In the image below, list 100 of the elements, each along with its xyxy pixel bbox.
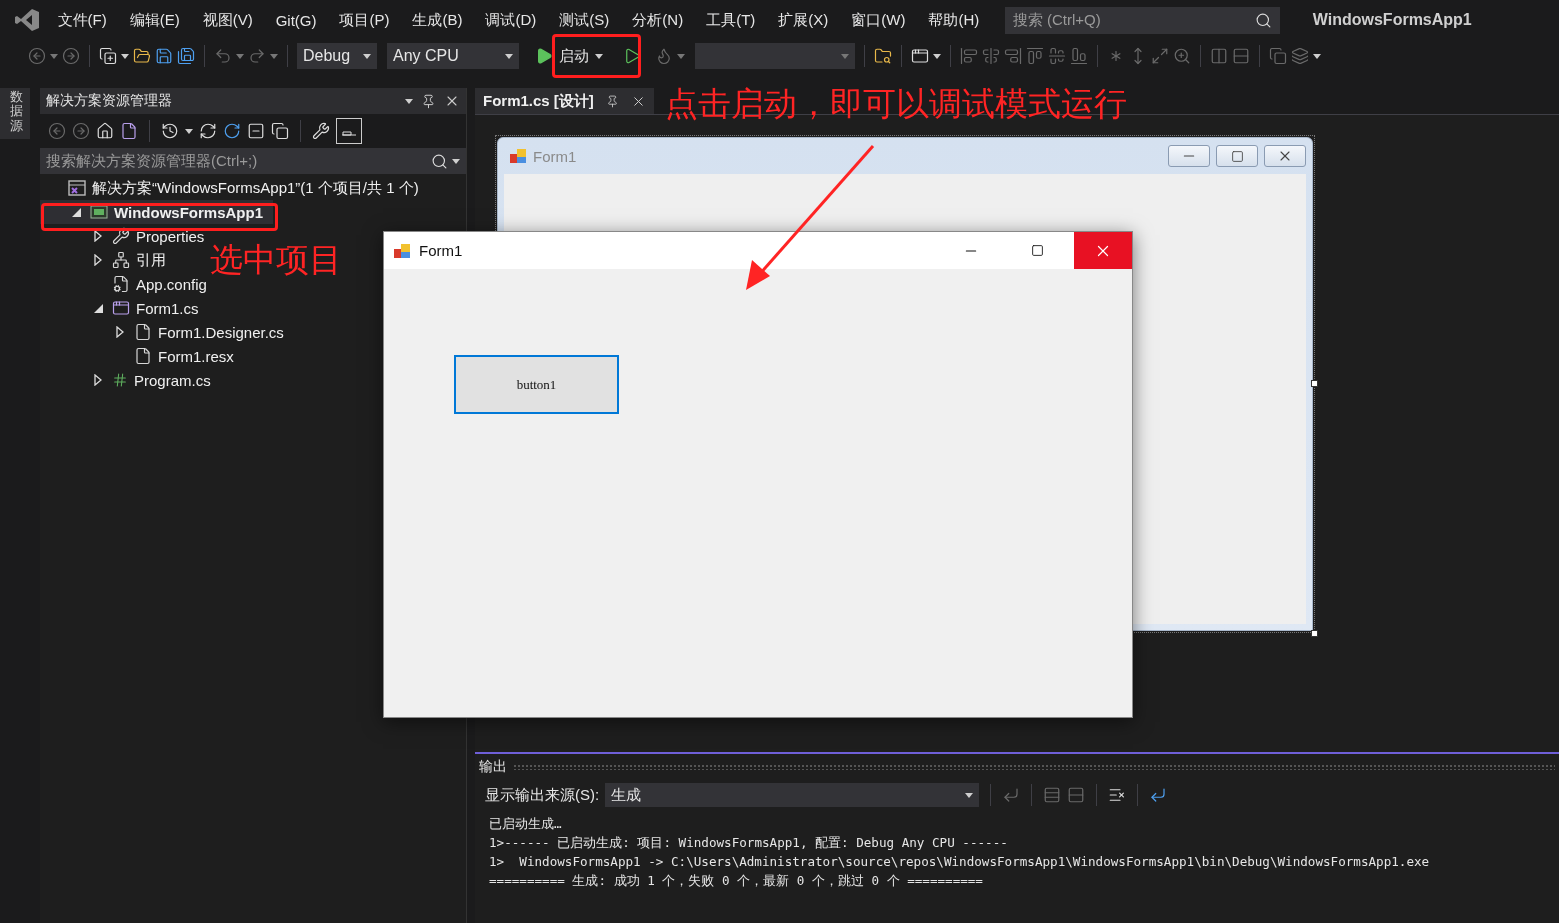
caret-icon[interactable] bbox=[595, 53, 603, 59]
search-icon[interactable] bbox=[1254, 11, 1272, 29]
wrench-icon[interactable] bbox=[312, 122, 330, 140]
collapsed-arrow-icon[interactable] bbox=[94, 254, 102, 266]
tree-item[interactable]: WindowsFormsApp1 bbox=[40, 200, 274, 224]
window-icon bbox=[112, 299, 130, 317]
menu-item[interactable]: 帮助(H) bbox=[916, 6, 991, 34]
forward-icon[interactable] bbox=[62, 47, 80, 65]
align-middle-icon[interactable] bbox=[1048, 47, 1066, 65]
menu-item[interactable]: 扩展(X) bbox=[766, 6, 840, 34]
menu-item[interactable]: 调试(D) bbox=[474, 6, 548, 34]
caret-icon[interactable] bbox=[933, 53, 941, 59]
form-title: Form1 bbox=[533, 147, 577, 165]
project-icon bbox=[90, 204, 108, 220]
form-button[interactable]: button1 bbox=[454, 355, 619, 414]
align-bottom-icon[interactable] bbox=[1070, 47, 1088, 65]
search-field[interactable]: 搜索解决方案资源管理器(Ctrl+;) bbox=[40, 148, 466, 174]
forward-icon[interactable] bbox=[72, 122, 90, 140]
menu-item[interactable]: Git(G) bbox=[264, 7, 328, 33]
panel-title: 解决方案资源管理器 bbox=[46, 92, 172, 110]
zoom-icon[interactable] bbox=[1173, 47, 1191, 65]
align-right-icon[interactable] bbox=[1004, 47, 1022, 65]
output-line: 1>------ 已启动生成: 项目: WindowsFormsApp1, 配置: Debug Any CPU ------ bbox=[489, 834, 1009, 852]
collapsed-arrow-icon[interactable] bbox=[94, 374, 102, 386]
align-top-icon[interactable] bbox=[1026, 47, 1044, 65]
rows-icon[interactable] bbox=[1232, 47, 1250, 65]
network-icon bbox=[112, 251, 130, 269]
minimize-button[interactable] bbox=[1168, 145, 1210, 167]
save-all-icon[interactable] bbox=[177, 47, 195, 65]
output-line: 1> WindowsFormsApp1 -> C:\Users\Administrator\source\repos\WindowsFormsApp1\WindowsFormsApp1\bin\Debug\WindowsFormsApp1.exe bbox=[489, 853, 1431, 871]
back-icon[interactable] bbox=[28, 47, 46, 65]
menu-item[interactable]: 测试(S) bbox=[547, 6, 621, 34]
open-folder-icon[interactable] bbox=[133, 47, 151, 65]
maximize-icon[interactable] bbox=[1230, 149, 1244, 163]
history-icon[interactable] bbox=[161, 122, 179, 140]
caret-icon[interactable] bbox=[185, 128, 193, 134]
start-button[interactable]: 启动 bbox=[531, 42, 607, 70]
columns-icon[interactable] bbox=[1210, 47, 1228, 65]
platform-dropdown[interactable]: Any CPU bbox=[387, 43, 519, 69]
output-line: 已启动生成… bbox=[489, 815, 563, 833]
new-project-icon[interactable] bbox=[99, 47, 117, 65]
solution-icon bbox=[68, 179, 86, 197]
word-wrap-icon[interactable] bbox=[1149, 786, 1168, 804]
menu-item[interactable]: 分析(N) bbox=[620, 6, 695, 34]
menu-item[interactable]: 视图(V) bbox=[191, 6, 265, 34]
caret-icon[interactable] bbox=[505, 53, 513, 59]
caret-icon[interactable] bbox=[121, 53, 129, 59]
preview-icon[interactable] bbox=[336, 118, 362, 144]
window-icon[interactable] bbox=[911, 47, 929, 65]
resize-handle[interactable] bbox=[1311, 630, 1318, 637]
configuration-dropdown[interactable]: Debug bbox=[297, 43, 377, 69]
collapsed-arrow-icon[interactable] bbox=[94, 230, 102, 242]
sync-icon[interactable] bbox=[199, 122, 217, 140]
file-cog-icon bbox=[112, 275, 130, 293]
resize-handle[interactable] bbox=[1311, 380, 1318, 387]
collapsed-arrow-icon[interactable] bbox=[116, 326, 124, 338]
back-icon[interactable] bbox=[48, 122, 66, 140]
flame-icon[interactable] bbox=[655, 47, 673, 65]
play-outline-icon[interactable] bbox=[623, 47, 641, 65]
align-left-icon[interactable] bbox=[960, 47, 978, 65]
copy-icon[interactable] bbox=[271, 122, 289, 140]
source-dropdown[interactable]: 生成 bbox=[605, 783, 980, 807]
side-tab[interactable]: 数据源 bbox=[0, 88, 30, 139]
app-title: WindowsFormsApp1 bbox=[1312, 11, 1472, 29]
maximize-icon[interactable] bbox=[1030, 244, 1044, 257]
menu-item[interactable]: 窗口(W) bbox=[839, 6, 917, 34]
annotation-text: 点击启动，即可以调试模式运行 bbox=[665, 86, 1127, 123]
menu-item[interactable]: 文件(F) bbox=[46, 6, 119, 34]
logo-icon[interactable] bbox=[14, 8, 40, 32]
caret-icon[interactable] bbox=[965, 792, 974, 798]
form-icon bbox=[394, 242, 411, 259]
file-icon bbox=[134, 347, 152, 365]
window-title: Form1 bbox=[419, 242, 463, 259]
undo-icon[interactable] bbox=[214, 47, 232, 65]
redo-icon[interactable] bbox=[248, 47, 266, 65]
save-icon[interactable] bbox=[155, 47, 173, 65]
pin-icon[interactable] bbox=[605, 94, 619, 108]
expanded-arrow-icon[interactable] bbox=[72, 207, 81, 217]
search-field[interactable]: 搜索 (Ctrl+Q) bbox=[1004, 6, 1280, 34]
menu-item[interactable]: 项目(P) bbox=[328, 6, 401, 34]
document-tab[interactable]: Form1.cs [设计] bbox=[475, 88, 654, 114]
expanded-arrow-icon[interactable] bbox=[94, 303, 103, 313]
pin-icon[interactable] bbox=[421, 93, 436, 109]
maximize-button[interactable] bbox=[1216, 145, 1258, 167]
menu-item[interactable]: 工具(T) bbox=[694, 6, 767, 34]
menu-item[interactable]: 编辑(E) bbox=[118, 6, 192, 34]
caret-icon[interactable] bbox=[363, 53, 371, 59]
home-icon[interactable] bbox=[96, 122, 114, 140]
caret-icon[interactable] bbox=[405, 98, 413, 104]
caret-icon[interactable] bbox=[452, 158, 460, 164]
collapse-icon[interactable] bbox=[247, 122, 265, 140]
search-icon[interactable] bbox=[431, 152, 448, 170]
play-icon bbox=[535, 47, 553, 65]
clear-all-icon[interactable] bbox=[1108, 786, 1127, 804]
caret-icon[interactable] bbox=[1313, 53, 1321, 59]
refresh-icon[interactable] bbox=[223, 122, 241, 140]
menu-item[interactable]: 生成(B) bbox=[401, 6, 474, 34]
folder-search-icon[interactable] bbox=[874, 47, 892, 65]
hash-icon bbox=[112, 372, 128, 388]
align-center-icon[interactable] bbox=[982, 47, 1000, 65]
